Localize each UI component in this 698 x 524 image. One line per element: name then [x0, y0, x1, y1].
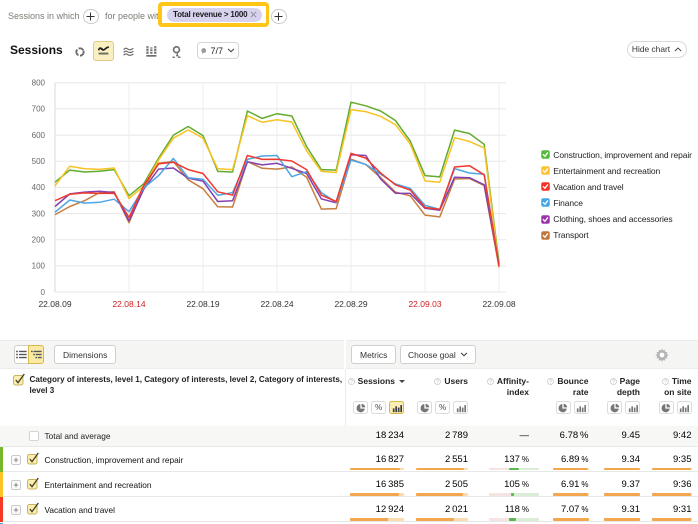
svg-text:800: 800: [32, 79, 46, 88]
svg-text:200: 200: [32, 236, 46, 245]
svg-text:0: 0: [41, 288, 46, 297]
svg-text:22.09.03: 22.09.03: [408, 299, 441, 309]
svg-text:22.08.09: 22.08.09: [38, 299, 71, 309]
svg-text:?: ?: [664, 379, 667, 385]
svg-text:?: ?: [350, 379, 353, 385]
svg-text:22.08.29: 22.08.29: [334, 299, 367, 309]
svg-text:?: ?: [489, 379, 492, 385]
svg-text:22.08.19: 22.08.19: [186, 299, 219, 309]
svg-text:400: 400: [32, 183, 46, 192]
svg-text:700: 700: [32, 105, 46, 114]
svg-text:22.08.14: 22.08.14: [112, 299, 145, 309]
svg-text:600: 600: [32, 131, 46, 140]
svg-text:100: 100: [32, 262, 46, 271]
svg-text:300: 300: [32, 209, 46, 218]
svg-text:22.09.08: 22.09.08: [482, 299, 515, 309]
svg-text:22.08.24: 22.08.24: [260, 299, 293, 309]
svg-text:500: 500: [32, 157, 46, 166]
